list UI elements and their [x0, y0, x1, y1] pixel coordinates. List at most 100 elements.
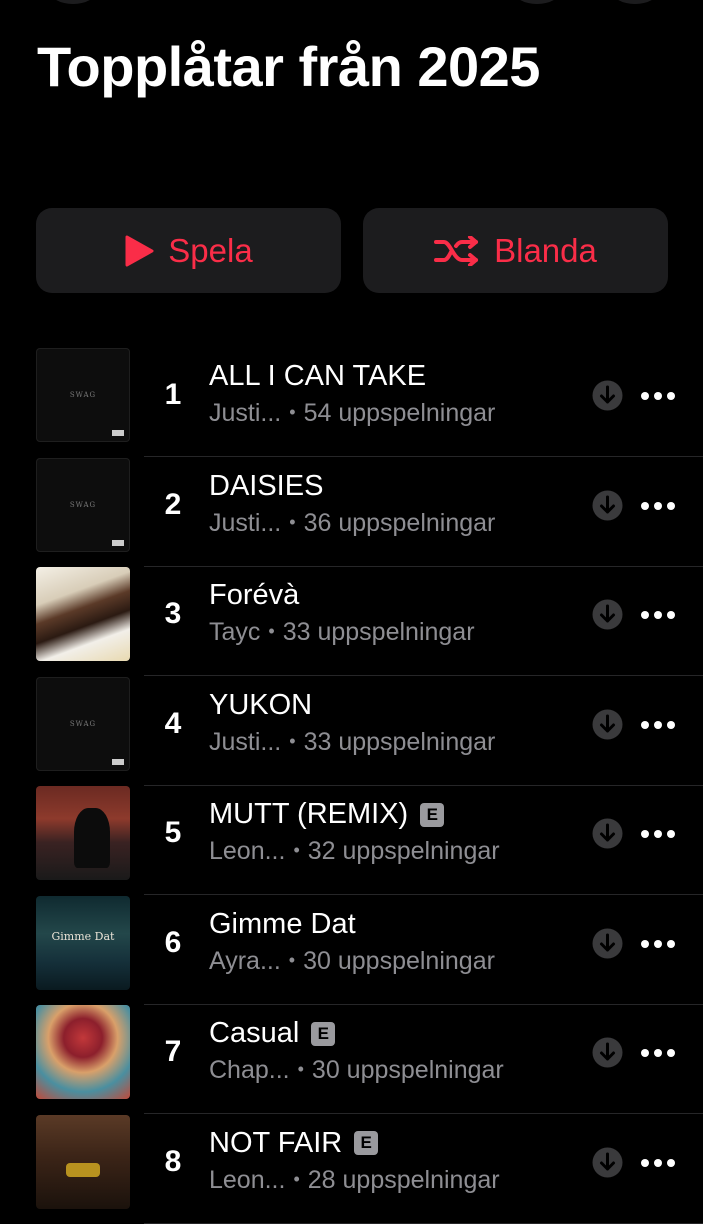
track-row[interactable]: SWAG 2 DAISIES Justi... • 36 uppspelningar — [0, 457, 703, 567]
download-icon[interactable] — [592, 490, 623, 521]
track-row[interactable]: 7 Casual E Chap... • 30 uppspelningar — [0, 1005, 703, 1114]
track-meta: Tayc • 33 uppspelningar — [209, 618, 475, 647]
track-row[interactable]: 5 MUTT (REMIX) E Leon... • 32 uppspelningar — [0, 786, 703, 895]
track-rank: 3 — [164, 597, 182, 630]
track-plays: 33 uppspelningar — [303, 727, 496, 756]
track-row[interactable]: 3 Forévà Tayc • 33 uppspelningar — [0, 567, 703, 676]
download-icon[interactable] — [592, 599, 623, 630]
track-title: Forévà — [209, 579, 300, 611]
track-plays: 36 uppspelningar — [303, 508, 496, 537]
track-meta: Justi... • 36 uppspelningar — [209, 509, 495, 538]
track-artist: Tayc — [209, 618, 261, 646]
album-art[interactable]: SWAG — [36, 348, 130, 442]
track-artist: Leon... — [209, 1165, 286, 1194]
separator-dot: • — [268, 621, 275, 641]
more-icon[interactable] — [640, 600, 676, 630]
download-icon[interactable] — [592, 1147, 623, 1178]
shuffle-button[interactable]: Blanda — [363, 208, 668, 293]
track-rank: 5 — [164, 816, 182, 849]
parental-advisory-icon — [112, 758, 124, 765]
track-row[interactable]: Gimme Dat 6 Gimme Dat Ayra... • 30 uppspel… — [0, 895, 703, 1005]
track-rank: 7 — [164, 1035, 182, 1068]
track-plays: 33 uppspelningar — [282, 618, 475, 646]
track-rank: 6 — [164, 925, 182, 959]
nav-button-edge[interactable] — [514, 0, 560, 4]
explicit-badge: E — [311, 1021, 336, 1046]
more-icon[interactable] — [640, 1038, 676, 1068]
download-icon[interactable] — [592, 709, 623, 740]
track-plays: 32 uppspelningar — [307, 837, 500, 865]
track-row[interactable]: SWAG 1 ALL I CAN TAKE Justi... • 54 uppspe… — [0, 348, 703, 457]
play-label: Spela — [168, 231, 253, 269]
parental-advisory-icon — [112, 430, 124, 436]
more-icon[interactable] — [640, 491, 676, 521]
track-title: MUTT (REMIX) — [209, 798, 409, 830]
album-art[interactable] — [36, 1005, 130, 1099]
album-art-detail — [66, 1162, 100, 1177]
track-rank: 4 — [164, 706, 182, 740]
track-meta: Chap... • 30 uppspelningar — [209, 1056, 504, 1085]
download-icon[interactable] — [592, 818, 623, 849]
track-title: NOT FAIR — [209, 1126, 343, 1159]
track-plays: 54 uppspelningar — [303, 399, 496, 427]
album-art-text: SWAG — [69, 391, 97, 399]
track-title: YUKON — [209, 688, 313, 721]
track-row[interactable]: SWAG 4 YUKON Justi... • 33 uppspelningar — [0, 676, 703, 786]
separator-dot: • — [288, 949, 296, 970]
track-title: Casual — [209, 1017, 300, 1049]
album-art[interactable] — [36, 786, 130, 880]
track-artist: Chap... — [209, 1056, 290, 1084]
page-title: Topplåtar från 2025 — [37, 35, 540, 98]
album-art[interactable]: Gimme Dat — [36, 895, 130, 990]
explicit-badge: E — [354, 1131, 379, 1155]
track-rank: 1 — [164, 378, 182, 411]
track-artist: Justi... — [209, 399, 282, 427]
download-icon[interactable] — [592, 1037, 623, 1068]
explicit-badge: E — [420, 802, 445, 827]
track-artist: Ayra... — [209, 946, 281, 975]
download-icon[interactable] — [592, 928, 623, 959]
track-title-row: ALL I CAN TAKE — [209, 360, 426, 393]
row-divider — [144, 1222, 703, 1224]
album-art[interactable]: SWAG — [36, 676, 130, 771]
more-icon[interactable] — [640, 929, 676, 959]
track-plays: 28 uppspelningar — [307, 1165, 500, 1194]
more-icon[interactable] — [640, 381, 676, 411]
track-meta: Justi... • 54 uppspelningar — [209, 399, 495, 428]
track-row[interactable]: 8 NOT FAIR E Leon... • 28 uppspelningar — [0, 1114, 703, 1224]
album-art-text: SWAG — [69, 500, 97, 509]
separator-dot: • — [297, 1059, 304, 1079]
track-plays: 30 uppspelningar — [303, 946, 495, 975]
track-rank: 8 — [164, 1144, 182, 1178]
separator-dot: • — [293, 1168, 300, 1189]
track-title: ALL I CAN TAKE — [209, 360, 427, 392]
album-art[interactable] — [36, 1114, 130, 1209]
track-artist: Leon... — [209, 837, 286, 865]
track-title-row: Gimme Dat — [209, 908, 356, 941]
track-title: DAISIES — [209, 469, 324, 502]
more-icon[interactable] — [640, 1148, 676, 1178]
top-nav-edge — [0, 0, 703, 8]
back-button-edge[interactable] — [50, 0, 96, 4]
album-art[interactable]: SWAG — [36, 457, 130, 552]
nav-button-edge[interactable] — [612, 0, 658, 4]
track-title-row: DAISIES — [209, 470, 323, 503]
track-meta: Justi... • 33 uppspelningar — [209, 728, 495, 757]
track-rank: 2 — [164, 487, 182, 521]
track-title-row: YUKON — [209, 689, 312, 722]
album-art-text: SWAG — [69, 719, 97, 728]
album-art-figure — [74, 808, 110, 868]
track-artist: Justi... — [209, 508, 282, 537]
separator-dot: • — [289, 730, 296, 751]
more-icon[interactable] — [640, 819, 676, 849]
separator-dot: • — [293, 840, 300, 860]
shuffle-label: Blanda — [494, 231, 597, 269]
separator-dot: • — [289, 402, 296, 422]
more-icon[interactable] — [640, 710, 676, 740]
track-title-row: Forévà — [209, 579, 299, 612]
play-icon — [125, 235, 154, 266]
track-title-row: MUTT (REMIX) E — [209, 798, 445, 831]
play-button[interactable]: Spela — [36, 208, 341, 293]
album-art[interactable] — [36, 567, 130, 661]
download-icon[interactable] — [592, 380, 623, 411]
